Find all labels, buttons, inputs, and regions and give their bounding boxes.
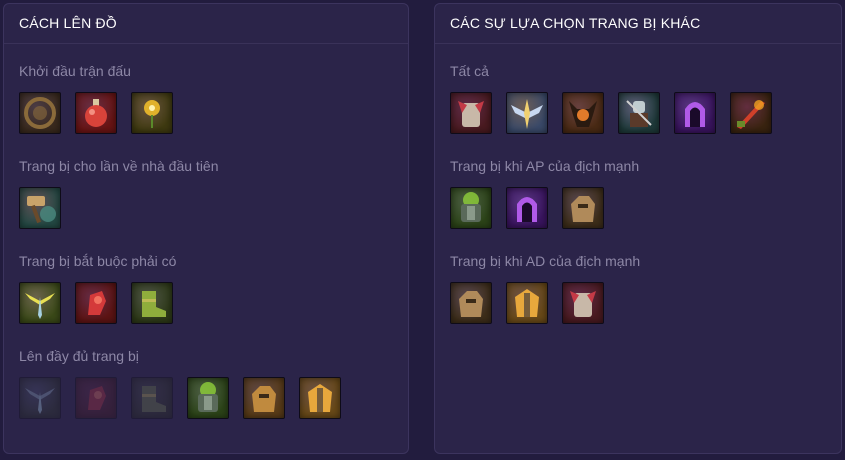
purple-hood-icon-glyph xyxy=(517,197,537,222)
red-potion-icon-glyph xyxy=(85,99,107,127)
golden-plate-icon[interactable] xyxy=(506,282,548,324)
teal-warrior-icon-glyph xyxy=(626,100,652,127)
stone-golem-icon[interactable] xyxy=(450,282,492,324)
red-gauntlet-icon-glyph xyxy=(88,386,106,410)
item-icon-row xyxy=(19,92,173,134)
golden-flower-icon-glyph xyxy=(144,100,160,128)
crimson-armor-icon[interactable] xyxy=(562,282,604,324)
red-gauntlet-icon-glyph xyxy=(88,291,106,315)
winged-blade-icon[interactable] xyxy=(506,92,548,134)
purple-hood-icon[interactable] xyxy=(506,187,548,229)
golden-flower-icon[interactable] xyxy=(131,92,173,134)
green-armor-icon[interactable] xyxy=(450,187,492,229)
stone-golem-icon-glyph xyxy=(252,386,276,412)
round-shield-icon[interactable] xyxy=(19,92,61,134)
fire-blade-icon-glyph xyxy=(737,100,765,129)
purple-hood-icon[interactable] xyxy=(674,92,716,134)
section-label: Trang bị bắt buộc phải có xyxy=(19,253,177,269)
crimson-armor-icon-glyph xyxy=(570,291,596,317)
horned-helm-icon-glyph xyxy=(569,101,597,127)
golden-plate-icon[interactable] xyxy=(299,377,341,419)
teal-warrior-icon[interactable] xyxy=(618,92,660,134)
alternatives-panel-title: CÁC SỰ LỰA CHỌN TRANG BỊ KHÁC xyxy=(435,4,841,44)
crimson-armor-icon[interactable] xyxy=(450,92,492,134)
horned-helm-icon[interactable] xyxy=(562,92,604,134)
build-panel-title: CÁCH LÊN ĐỒ xyxy=(4,4,408,44)
section-label: Trang bị khi AP của địch mạnh xyxy=(450,158,640,174)
item-icon-row xyxy=(19,377,341,419)
item-icon-row xyxy=(450,92,772,134)
item-icon-row xyxy=(19,282,176,324)
green-armor-icon-glyph xyxy=(198,382,218,412)
winged-blade-icon-glyph xyxy=(511,99,543,129)
winged-sword-icon-glyph xyxy=(25,388,55,414)
section-label: Trang bị cho lần về nhà đầu tiên xyxy=(19,158,219,174)
winged-sword-icon[interactable] xyxy=(19,377,61,419)
green-boots-icon[interactable] xyxy=(131,377,173,419)
item-icon-row xyxy=(19,187,219,229)
stone-golem-icon-glyph xyxy=(571,196,595,222)
stone-golem-icon[interactable] xyxy=(562,187,604,229)
hammer-shield-icon[interactable] xyxy=(19,187,61,229)
item-icon-row xyxy=(450,187,639,229)
green-armor-icon[interactable] xyxy=(187,377,229,419)
alternatives-panel: CÁC SỰ LỰA CHỌN TRANG BỊ KHÁC Tất cả Tra… xyxy=(434,3,842,454)
section-label: Lên đầy đủ trang bị xyxy=(19,348,139,364)
fire-blade-icon[interactable] xyxy=(730,92,772,134)
green-boots-icon-glyph xyxy=(142,291,166,317)
all-items-section: Tất cả xyxy=(450,62,772,134)
section-label: Trang bị khi AD của địch mạnh xyxy=(450,253,641,269)
purple-hood-icon-glyph xyxy=(685,102,705,127)
build-panel: CÁCH LÊN ĐỒ Khởi đầu trận đấu Trang bị c… xyxy=(3,3,409,454)
winged-sword-icon-glyph xyxy=(25,293,55,319)
green-armor-icon-glyph xyxy=(461,192,481,222)
winged-sword-icon[interactable] xyxy=(19,282,61,324)
green-boots-icon-glyph xyxy=(142,386,166,412)
golden-plate-icon-glyph xyxy=(308,384,332,412)
red-gauntlet-icon[interactable] xyxy=(75,377,117,419)
anti-ad-section: Trang bị khi AD của địch mạnh xyxy=(450,252,640,324)
round-shield-icon-glyph xyxy=(24,97,56,129)
stone-golem-icon-glyph xyxy=(459,291,483,317)
section-label: Tất cả xyxy=(450,63,489,79)
anti-ap-section: Trang bị khi AP của địch mạnh xyxy=(450,157,639,229)
crimson-armor-icon-glyph xyxy=(458,101,484,127)
red-gauntlet-icon[interactable] xyxy=(75,282,117,324)
core-items-section: Trang bị bắt buộc phải có xyxy=(19,252,176,324)
golden-plate-icon-glyph xyxy=(515,289,539,317)
stone-golem-icon[interactable] xyxy=(243,377,285,419)
green-boots-icon[interactable] xyxy=(131,282,173,324)
hammer-shield-icon-glyph xyxy=(27,196,56,224)
red-potion-icon[interactable] xyxy=(75,92,117,134)
first-back-section: Trang bị cho lần về nhà đầu tiên xyxy=(19,157,219,229)
starting-items-section: Khởi đầu trận đấu xyxy=(19,62,173,134)
section-label: Khởi đầu trận đấu xyxy=(19,63,131,79)
item-icon-row xyxy=(450,282,640,324)
full-build-section: Lên đầy đủ trang bị xyxy=(19,347,341,419)
